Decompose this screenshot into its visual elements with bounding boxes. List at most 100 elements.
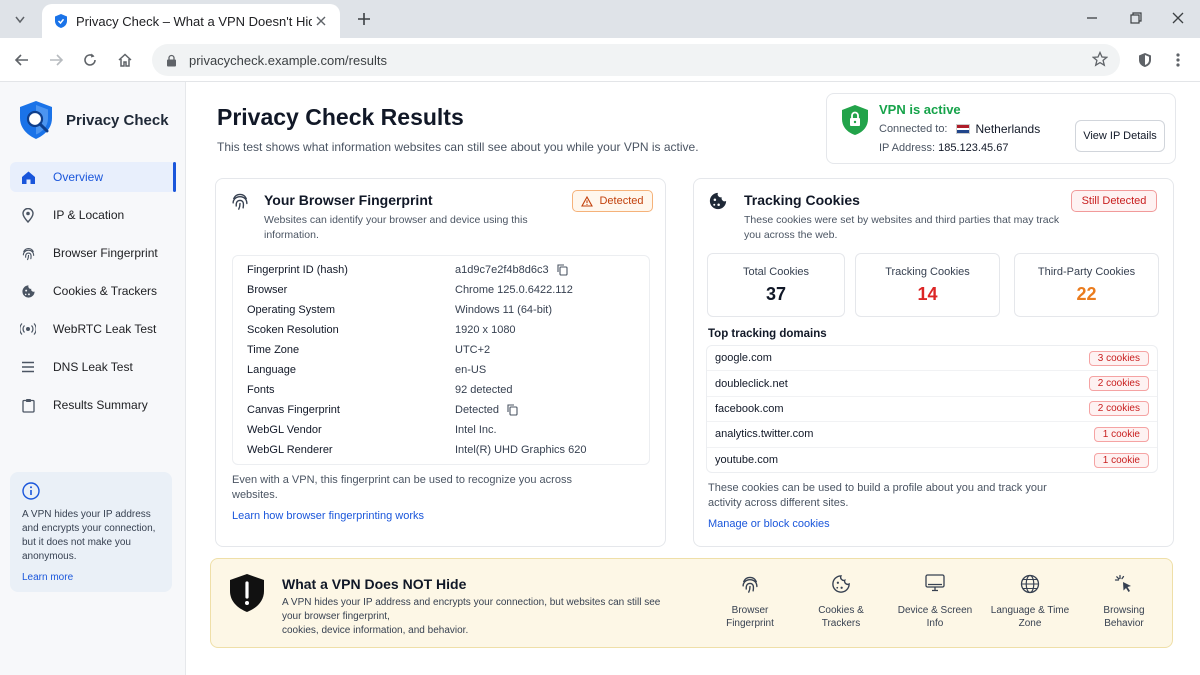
list-item[interactable]: google.com 3 cookies <box>707 346 1157 372</box>
fingerprint-value: Chrome 125.0.6422.112 <box>455 284 573 296</box>
browser-tab[interactable]: Privacy Check – What a VPN Doesn't Hide <box>42 4 340 38</box>
banner-item-label: Browser Fingerprint <box>726 605 774 629</box>
restore-icon[interactable] <box>1124 8 1148 28</box>
learn-more-link[interactable]: Learn more <box>22 572 160 583</box>
detected-badge-label: Detected <box>599 195 644 207</box>
shield-favicon-icon <box>54 13 68 29</box>
info-circle-icon <box>22 482 160 500</box>
banner-desc-line-2: cookies, device information, and behavio… <box>282 625 469 636</box>
back-arrow-icon[interactable] <box>10 48 34 72</box>
list-item[interactable]: youtube.com 1 cookie <box>707 448 1157 473</box>
list-item[interactable]: facebook.com 2 cookies <box>707 397 1157 423</box>
fingerprint-description: Websites can identify your browser and d… <box>264 214 528 241</box>
vpn-lock-shield-icon <box>841 104 869 136</box>
sidebar-item-browser-fingerprint[interactable]: Browser Fingerprint <box>10 238 176 268</box>
fingerprint-table: Fingerprint ID (hash) a1d9c7e2f4b8d6c3 B… <box>232 255 650 465</box>
sidebar-item-results-summary[interactable]: Results Summary <box>10 390 176 420</box>
fingerprint-row: Fonts 92 detected <box>233 380 649 400</box>
banner-item-label: Language & Time Zone <box>990 605 1070 629</box>
fingerprint-value: Detected <box>455 404 500 416</box>
stat-label: Third-Party Cookies <box>1037 266 1136 278</box>
browser-toolbar: privacycheck.example.com/results <box>0 38 1200 82</box>
manage-cookies-link[interactable]: Manage or block cookies <box>708 518 830 530</box>
fingerprint-label: Language <box>247 364 296 376</box>
domain-name: analytics.twitter.com <box>715 428 814 441</box>
fingerprint-label: Browser <box>247 284 288 296</box>
ip-label: IP Address: <box>879 142 936 154</box>
brand[interactable]: Privacy Check <box>18 100 169 140</box>
lock-icon <box>166 54 177 67</box>
tab-search-icon[interactable] <box>8 8 32 32</box>
domain-name: doubleclick.net <box>715 377 788 390</box>
clipboard-icon <box>20 397 36 413</box>
sidebar-item-overview[interactable]: Overview <box>10 162 176 192</box>
vpn-status-card: VPN is active Connected to: Netherlands … <box>826 93 1176 164</box>
fingerprint-label: Time Zone <box>247 344 300 356</box>
info-text: A VPN hides your IP address and encrypts… <box>22 509 156 562</box>
address-bar[interactable]: privacycheck.example.com/results <box>152 44 1120 76</box>
info-card: A VPN hides your IP address and encrypts… <box>10 472 172 592</box>
privacy-shield-logo-icon <box>18 100 54 140</box>
stat-value: 22 <box>1076 284 1097 304</box>
forward-arrow-icon[interactable] <box>44 48 68 72</box>
fingerprint-row: WebGL Vendor Intel Inc. <box>233 420 649 440</box>
stat-label: Tracking Cookies <box>885 266 970 278</box>
sidebar-item-label: WebRTC Leak Test <box>53 322 157 336</box>
copy-icon[interactable] <box>557 264 568 276</box>
list-item[interactable]: analytics.twitter.com 1 cookie <box>707 422 1157 448</box>
cookie-count-badge: 1 cookie <box>1093 452 1149 468</box>
vpn-limits-banner: What a VPN Does NOT Hide A VPN hides you… <box>210 558 1173 648</box>
sidebar-item-ip-location[interactable]: IP & Location <box>10 200 176 230</box>
home-icon[interactable] <box>113 48 137 72</box>
sidebar: Privacy Check Overview IP & Location Bro… <box>0 82 186 675</box>
copy-icon[interactable] <box>507 404 518 416</box>
fingerprint-value: en-US <box>455 364 487 376</box>
location-pin-icon <box>20 207 36 223</box>
more-menu-icon[interactable] <box>1166 48 1190 72</box>
page-title: Privacy Check Results <box>217 104 464 130</box>
close-tab-icon[interactable] <box>312 12 330 30</box>
bookmark-star-icon[interactable] <box>1092 51 1108 67</box>
sidebar-item-cookies-trackers[interactable]: Cookies & Trackers <box>10 276 176 306</box>
fingerprint-value: 92 detected <box>455 384 513 396</box>
detected-badge: Detected <box>572 190 653 212</box>
fingerprint-row: WebGL Renderer Intel(R) UHD Graphics 620 <box>233 440 649 460</box>
stat-value: 14 <box>917 284 938 304</box>
stat-label: Total Cookies <box>742 266 810 278</box>
list-item[interactable]: doubleclick.net 2 cookies <box>707 371 1157 397</box>
fingerprint-icon <box>20 245 36 261</box>
minimize-icon[interactable] <box>1080 8 1104 28</box>
new-tab-icon[interactable] <box>354 8 374 30</box>
cookie-icon <box>20 283 36 299</box>
cookie-count-badge: 3 cookies <box>1088 350 1149 366</box>
list-icon <box>20 359 36 375</box>
reload-icon[interactable] <box>78 48 102 72</box>
shield-extension-icon[interactable] <box>1133 48 1157 72</box>
fingerprint-row: Canvas Fingerprint Detected <box>233 400 649 420</box>
vpn-connection: Connected to: Netherlands <box>879 122 1040 136</box>
banner-item-device-screen-info: Device & Screen Info <box>895 574 975 630</box>
sidebar-item-label: DNS Leak Test <box>53 360 133 374</box>
tab-title: Privacy Check – What a VPN Doesn't Hide <box>76 13 312 29</box>
webrtc-icon <box>20 321 36 337</box>
fingerprint-label: WebGL Vendor <box>247 424 322 436</box>
banner-item-label: Browsing Behavior <box>1103 605 1145 629</box>
connected-label: Connected to: <box>879 123 948 135</box>
sidebar-item-webrtc-leak-test[interactable]: WebRTC Leak Test <box>10 314 176 344</box>
view-ip-details-button[interactable]: View IP Details <box>1075 120 1165 152</box>
sidebar-item-dns-leak-test[interactable]: DNS Leak Test <box>10 352 176 382</box>
fingerprint-value: 1920 x 1080 <box>455 324 516 336</box>
stat-value: 37 <box>765 284 787 304</box>
cookies-note: These cookies can be used to build a pro… <box>708 482 1047 509</box>
tracking-domains-list: google.com 3 cookies doubleclick.net 2 coo… <box>706 345 1158 473</box>
stat-tracking-cookies: Tracking Cookies 14 <box>855 253 1000 317</box>
sidebar-item-label: Browser Fingerprint <box>53 246 158 260</box>
cookie-icon <box>801 574 881 596</box>
fingerprint-value: Windows 11 (64-bit) <box>455 304 552 316</box>
warning-icon <box>581 195 594 207</box>
netherlands-flag-icon <box>955 124 970 134</box>
learn-fingerprinting-link[interactable]: Learn how browser fingerprinting works <box>232 510 424 522</box>
close-window-icon[interactable] <box>1166 8 1190 28</box>
stat-third-party-cookies: Third-Party Cookies 22 <box>1014 253 1159 317</box>
banner-desc-line-1: A VPN hides your IP address and encrypts… <box>282 597 661 622</box>
